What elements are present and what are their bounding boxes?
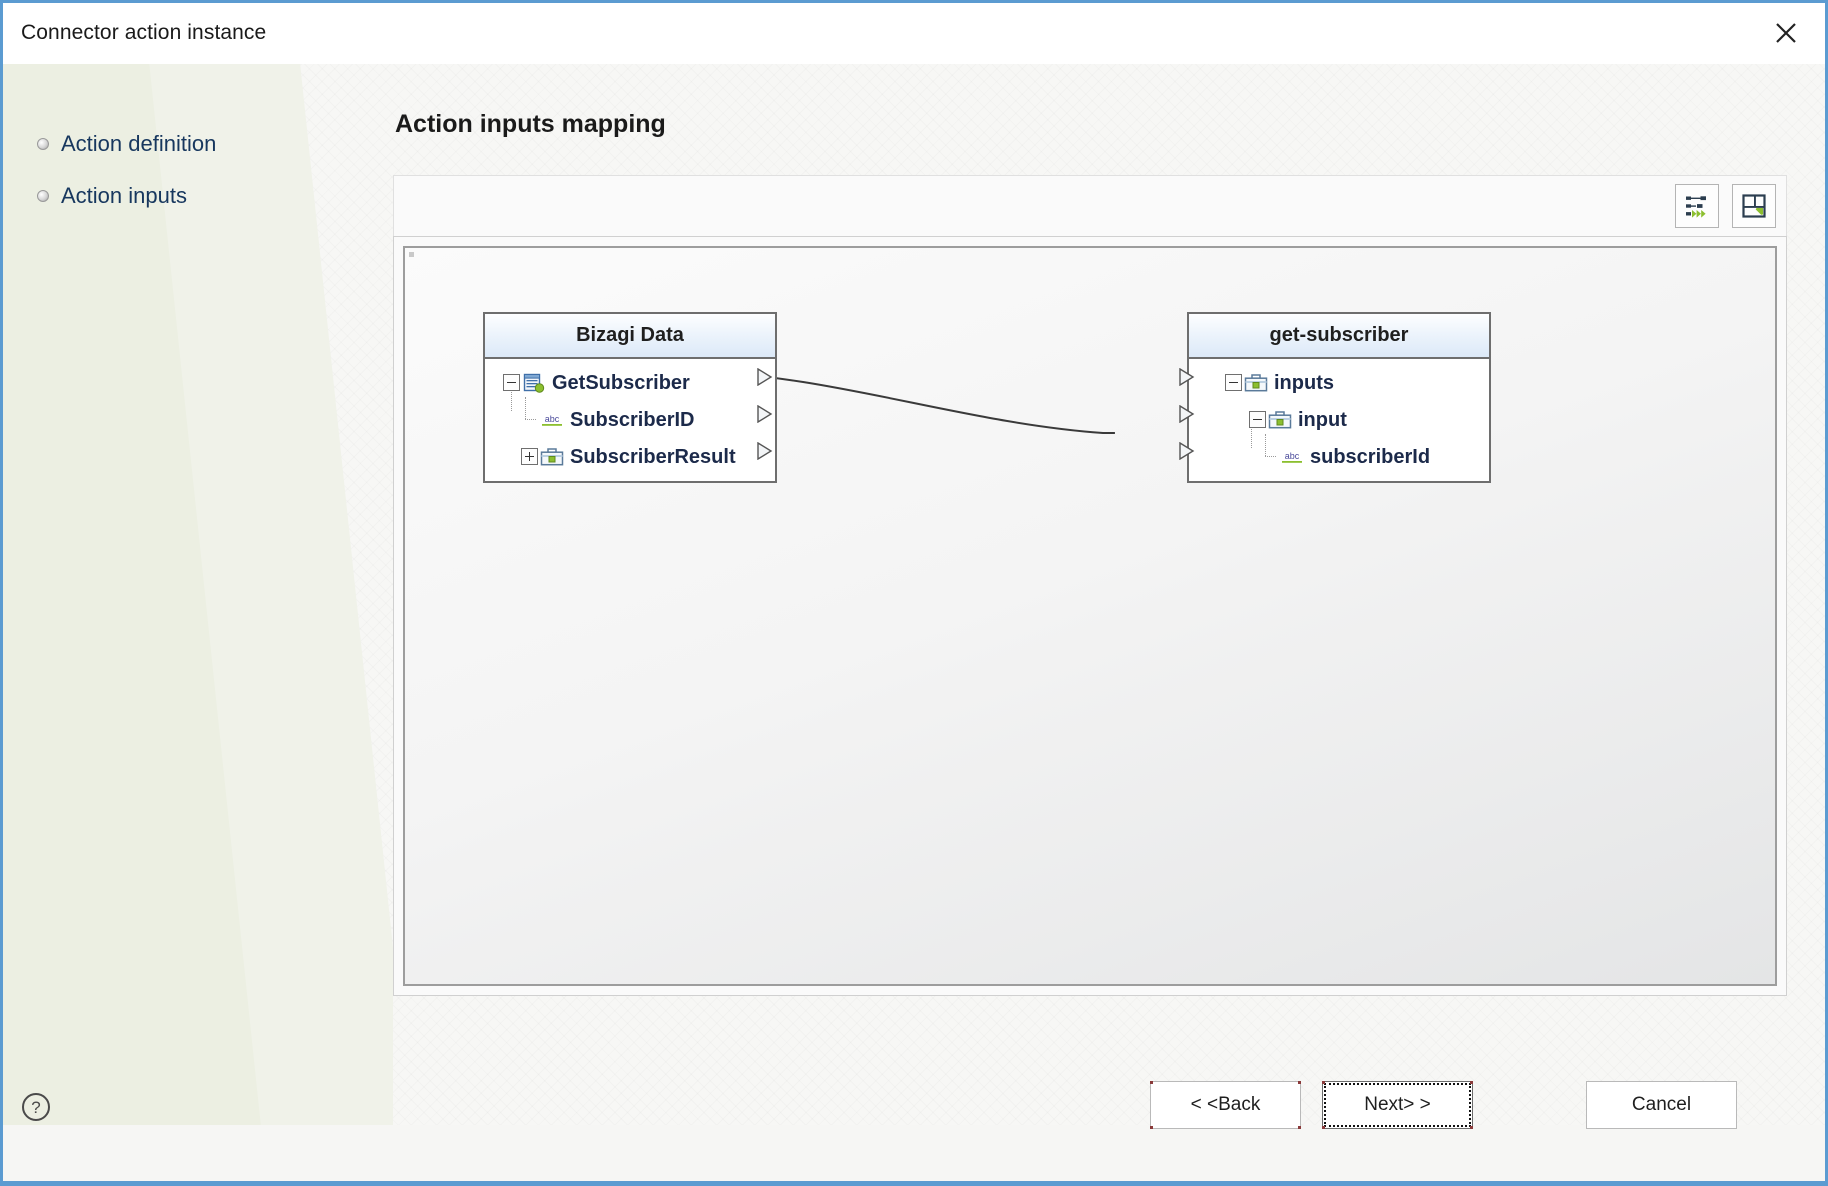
sidebar-item-label: Action definition [61, 131, 216, 157]
tree-elbow [521, 411, 538, 428]
abc-string-icon: abc [540, 409, 564, 431]
sidebar-item-label: Action inputs [61, 183, 187, 209]
fit-layout-icon [1740, 192, 1768, 220]
abc-string-icon: abc [1280, 446, 1304, 468]
svg-text:abc: abc [545, 414, 560, 424]
canvas-corner-marker [409, 252, 414, 257]
help-question-icon[interactable]: ? [13, 1084, 59, 1130]
mapping-canvas-frame: Bizagi Data [393, 236, 1787, 996]
radio-bullet-icon [37, 138, 49, 150]
tree-row[interactable]: abc subscriberId [1189, 438, 1489, 475]
tree-row[interactable]: abc SubscriberID [485, 401, 775, 438]
tree-row[interactable]: SubscriberResult [485, 438, 775, 475]
source-node-body: GetSubscriber abc [485, 359, 775, 481]
tree-row-label: subscriberId [1310, 447, 1430, 467]
close-icon[interactable] [1759, 9, 1813, 57]
fit-layout-button[interactable] [1732, 184, 1776, 228]
target-node-get-subscriber[interactable]: get-subscriber [1187, 312, 1491, 483]
sidebar-item-action-inputs[interactable]: Action inputs [37, 183, 187, 209]
target-node-title: get-subscriber [1189, 314, 1489, 359]
main-panel: Action inputs mapping [393, 64, 1825, 1125]
sidebar-item-action-definition[interactable]: Action definition [37, 131, 216, 157]
tree-row[interactable]: inputs [1189, 364, 1489, 401]
back-button[interactable]: < <Back [1150, 1081, 1301, 1129]
auto-map-button[interactable] [1675, 184, 1719, 228]
back-button-label: < <Back [1191, 1094, 1261, 1116]
wizard-steps-sidebar: Action definition Action inputs [3, 64, 393, 1064]
target-node-body: inputs [1189, 359, 1489, 481]
mapping-toolbar [393, 175, 1787, 236]
auto-map-icon [1683, 192, 1711, 220]
radio-bullet-icon [37, 190, 49, 202]
source-node-bizagi-data[interactable]: Bizagi Data [483, 312, 777, 483]
briefcase-icon [1268, 409, 1292, 431]
tree-row-label: input [1298, 410, 1347, 430]
dialog-title: Connector action instance [21, 21, 266, 45]
dialog-content: Action definition Action inputs Action i… [3, 64, 1825, 1125]
tree-row-label: SubscriberResult [570, 447, 736, 467]
page-title: Action inputs mapping [395, 110, 666, 139]
footer-accent-rule [3, 1181, 1825, 1184]
next-button-label: Next> > [1364, 1094, 1431, 1116]
expander-collapse-icon[interactable] [1249, 411, 1266, 428]
svg-text:abc: abc [1285, 451, 1300, 461]
tree-elbow [1261, 448, 1278, 465]
next-button[interactable]: Next> > [1322, 1081, 1473, 1129]
connector-action-instance-dialog: Connector action instance Action definit… [0, 0, 1828, 1186]
expander-collapse-icon[interactable] [503, 374, 520, 391]
expander-expand-icon[interactable] [521, 448, 538, 465]
svg-text:?: ? [31, 1098, 40, 1117]
entity-icon [522, 372, 546, 394]
cancel-button-label: Cancel [1632, 1094, 1691, 1116]
expander-collapse-icon[interactable] [1225, 374, 1242, 391]
dialog-title-bar: Connector action instance [3, 3, 1825, 64]
dialog-footer: ? < <Back Next> > Cancel [3, 1069, 1825, 1181]
cancel-button[interactable]: Cancel [1586, 1081, 1737, 1129]
tree-row-label: inputs [1274, 373, 1334, 393]
tree-row[interactable]: GetSubscriber [485, 364, 775, 401]
mapping-canvas[interactable]: Bizagi Data [403, 246, 1777, 986]
tree-row-label: SubscriberID [570, 410, 694, 430]
tree-row-label: GetSubscriber [552, 373, 690, 393]
briefcase-icon [1244, 372, 1268, 394]
briefcase-icon [540, 446, 564, 468]
tree-row[interactable]: input [1189, 401, 1489, 438]
source-node-title: Bizagi Data [485, 314, 775, 359]
